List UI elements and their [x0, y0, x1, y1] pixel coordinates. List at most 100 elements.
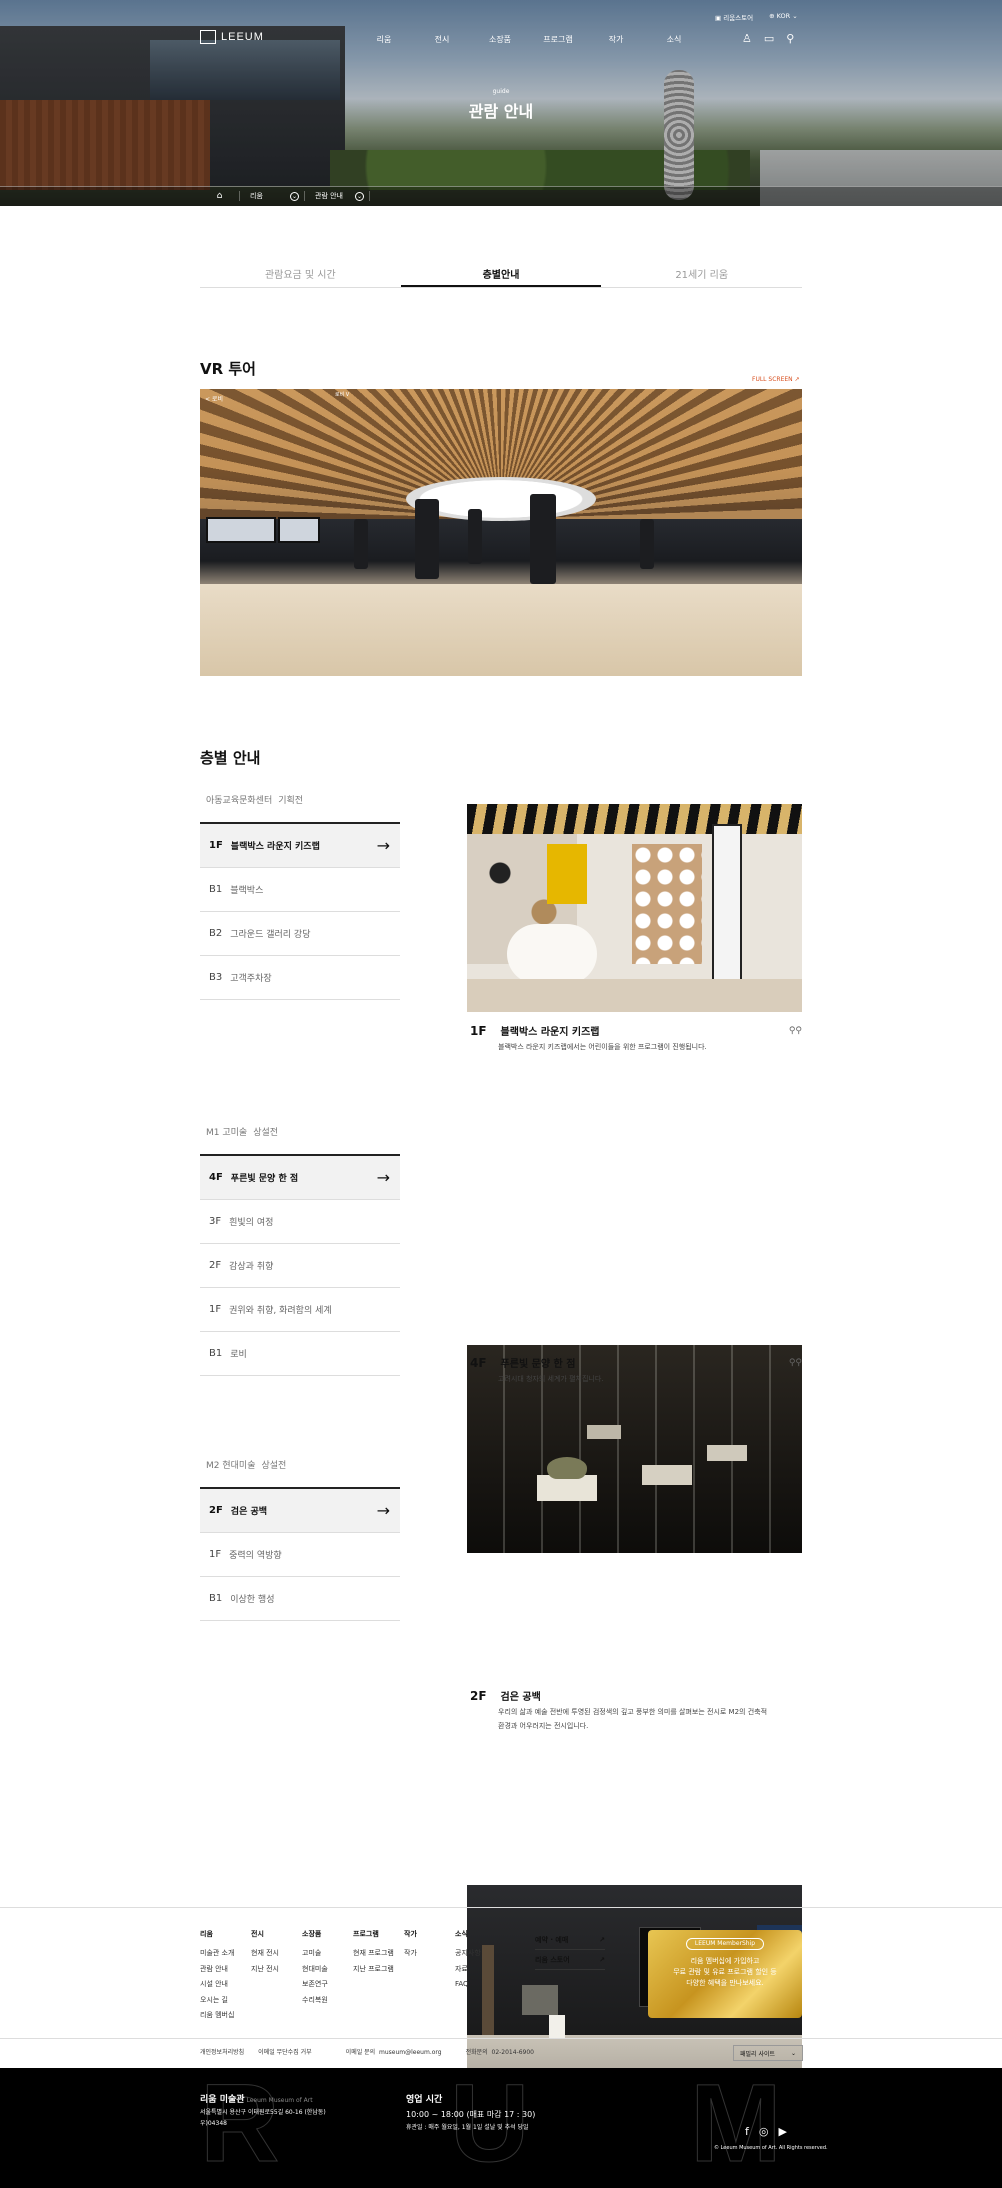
- floor-map-icon[interactable]: ⚲⚲: [789, 1358, 802, 1368]
- footer-link[interactable]: 오시는 길: [200, 1993, 234, 2008]
- section-title: M1 고미술 상설전: [206, 1128, 279, 1138]
- vr-back-link[interactable]: < 로비: [205, 394, 223, 403]
- page-subtitle: guide: [492, 88, 510, 95]
- nav-collection[interactable]: 소장품: [471, 34, 529, 45]
- arrow-right-icon: →: [376, 1168, 390, 1187]
- floor-row[interactable]: B2 그라운드 갤러리 강당: [200, 912, 400, 956]
- footer-link[interactable]: 수리복원: [302, 1993, 328, 2008]
- footer-link[interactable]: 지난 전시: [251, 1962, 279, 1977]
- footer-link[interactable]: 관람 안내: [200, 1962, 234, 1977]
- home-icon[interactable]: ⌂: [200, 191, 240, 201]
- ticket-icon[interactable]: ▭: [764, 32, 774, 45]
- floor-row[interactable]: 1F 권위와 취향, 화려함의 세계: [200, 1288, 400, 1332]
- footer-link[interactable]: FAQ: [455, 1977, 481, 1992]
- arrow-right-icon: →: [376, 1501, 390, 1520]
- social-links: f ◎ ▶: [745, 2125, 787, 2138]
- footer-link[interactable]: 현재 전시: [251, 1946, 279, 1961]
- floor-list: 2F 검은 공백 → 1F 중력의 역방향 B1 이상한 행성: [200, 1487, 400, 1621]
- logo-mark-icon: [200, 30, 216, 44]
- reservation-link[interactable]: 예약 · 예매 ↗: [535, 1930, 605, 1950]
- footer-link[interactable]: 리움 멤버십: [200, 2008, 234, 2023]
- floor-caption: 4F 푸른빛 문양 한 점 ⚲⚲: [470, 1355, 802, 1371]
- footer-col-artist: 작가 작가: [404, 1927, 417, 1962]
- floor-heading: 층별 안내: [200, 749, 261, 767]
- email-policy-link[interactable]: 이메일 무단수집 거부: [258, 2047, 312, 2056]
- footer-link[interactable]: 현대미술: [302, 1962, 328, 1977]
- user-icon[interactable]: ♙: [742, 32, 752, 45]
- vr-heading: VR 투어: [200, 360, 256, 378]
- search-icon[interactable]: ⚲: [786, 32, 794, 45]
- breadcrumb-item-leeum[interactable]: 리움 ⌄: [240, 191, 305, 201]
- privacy-link[interactable]: 개인정보처리방침: [200, 2047, 244, 2056]
- membership-banner[interactable]: LEEUM MemberShip 리움 멤버십에 가입하고 무료 관람 및 유료…: [648, 1930, 802, 2018]
- floor-row[interactable]: B3 고객주차장: [200, 956, 400, 1000]
- breadcrumb: ⌂ 리움 ⌄ 관람 안내 ⌄: [200, 187, 370, 205]
- floor-row[interactable]: B1 로비: [200, 1332, 400, 1376]
- footer-link[interactable]: 지난 프로그램: [353, 1962, 394, 1977]
- footer-col-collection: 소장품 고미술 현대미술 보존연구 수리복원: [302, 1927, 328, 2008]
- vr-scene-title: 로비 V: [335, 392, 350, 398]
- nav-leeum[interactable]: 리움: [355, 34, 413, 45]
- floor-row[interactable]: 1F 블랙박스 라운지 키즈랩 →: [200, 824, 400, 868]
- email-address: museum@leeum.org: [379, 2049, 442, 2056]
- vr-tour-viewer[interactable]: [200, 389, 802, 676]
- floor-row[interactable]: B1 이상한 행성: [200, 1577, 400, 1621]
- arrow-up-right-icon: ↗: [599, 1955, 605, 1964]
- main-nav: 리움 전시 소장품 프로그램 작가 소식: [355, 34, 703, 45]
- footer-policy-links: 개인정보처리방침 이메일 무단수집 거부 이메일 문의 museum@leeum…: [200, 2047, 535, 2056]
- tab-floor-guide[interactable]: 층별안내: [400, 262, 602, 287]
- floor-row[interactable]: 2F 감상과 취향: [200, 1244, 400, 1288]
- chevron-down-icon: ⌄: [355, 191, 364, 201]
- footer-link[interactable]: 작가: [404, 1946, 417, 1961]
- footer-link[interactable]: 현재 프로그램: [353, 1946, 394, 1961]
- floor-row[interactable]: B1 블랙박스: [200, 868, 400, 912]
- floor-list: 1F 블랙박스 라운지 키즈랩 → B1 블랙박스 B2 그라운드 갤러리 강당 B3 고…: [200, 822, 400, 1000]
- store-link[interactable]: ▣ 리움스토어: [715, 12, 753, 22]
- floor-caption: 2F 검은 공백: [470, 1688, 541, 1704]
- footer-link[interactable]: 고미술: [302, 1946, 328, 1961]
- store-link[interactable]: 리움 스토어 ↗: [535, 1950, 605, 1970]
- instagram-icon[interactable]: ◎: [759, 2125, 769, 2138]
- floor-row[interactable]: 3F 흰빛의 여정: [200, 1200, 400, 1244]
- footer-col-program: 프로그램 현재 프로그램 지난 프로그램: [353, 1927, 394, 1977]
- floor-row[interactable]: 2F 검은 공백 →: [200, 1489, 400, 1533]
- floor-description: 우리의 삶과 예술 전반에 투영된 검정색의 깊고 풍부한 의미를 살펴보는 전…: [498, 1708, 768, 1730]
- family-site-select[interactable]: 패밀리 사이트 ⌄: [733, 2045, 803, 2061]
- section-title: 아동교육문화센터 기획전: [206, 796, 304, 806]
- footer-col-exhibition: 전시 현재 전시 지난 전시: [251, 1927, 279, 1977]
- facebook-icon[interactable]: f: [745, 2125, 749, 2138]
- footer-link[interactable]: 공지사항: [455, 1946, 481, 1961]
- arrow-right-icon: →: [376, 836, 390, 855]
- language-select[interactable]: ⊕ KOR ⌄: [769, 12, 798, 22]
- footer-divider: [0, 1907, 1002, 1908]
- section-title: M2 현대미술 상설전: [206, 1461, 287, 1471]
- chevron-down-icon: ⌄: [790, 2049, 796, 2057]
- footer-link[interactable]: 미술관 소개: [200, 1946, 234, 1961]
- floor-row[interactable]: 4F 푸른빛 문양 한 점 →: [200, 1156, 400, 1200]
- youtube-icon[interactable]: ▶: [778, 2125, 786, 2138]
- breadcrumb-item-guide[interactable]: 관람 안내 ⌄: [305, 191, 370, 201]
- quick-links: 예약 · 예매 ↗ 리움 스토어 ↗: [535, 1930, 605, 1970]
- floor-description: 블랙박스 라운지 키즈랩에서는 어린이들을 위한 프로그램이 진행됩니다.: [498, 1043, 707, 1051]
- tab-21c-leeum[interactable]: 21세기 리움: [601, 262, 802, 287]
- footer-col-leeum: 리움 미술관 소개 관람 안내 시설 안내 오시는 길 리움 멤버십: [200, 1927, 234, 2023]
- footer-org-info: 리움 미술관 Leeum Museum of Art 서울특별시 용산구 이태원…: [200, 2095, 326, 2127]
- nav-artist[interactable]: 작가: [587, 34, 645, 45]
- breadcrumb-bar: [0, 186, 1002, 206]
- tab-bar: 관람요금 및 시간 층별안내 21세기 리움: [200, 262, 802, 288]
- phone-number: 02-2014-6900: [491, 2049, 535, 2056]
- arrow-up-right-icon: ↗: [599, 1935, 605, 1944]
- floor-row[interactable]: 1F 중력의 역방향: [200, 1533, 400, 1577]
- footer-link[interactable]: 자료: [455, 1962, 481, 1977]
- tab-fees-hours[interactable]: 관람요금 및 시간: [200, 262, 401, 287]
- nav-exhibition[interactable]: 전시: [413, 34, 471, 45]
- floor-map-icon[interactable]: ⚲⚲: [789, 1026, 802, 1036]
- floor-description: 고려시대 청자의 세계가 펼쳐집니다.: [498, 1375, 604, 1383]
- logo[interactable]: LEEUM: [200, 30, 264, 44]
- footer-link[interactable]: 보존연구: [302, 1977, 328, 1992]
- nav-program[interactable]: 프로그램: [529, 34, 587, 45]
- nav-news[interactable]: 소식: [645, 34, 703, 45]
- copyright: © Leeum Museum of Art. All Rights reserv…: [714, 2145, 828, 2151]
- footer-link[interactable]: 시설 안내: [200, 1977, 234, 1992]
- full-screen-button[interactable]: FULL SCREEN ↗: [752, 376, 800, 383]
